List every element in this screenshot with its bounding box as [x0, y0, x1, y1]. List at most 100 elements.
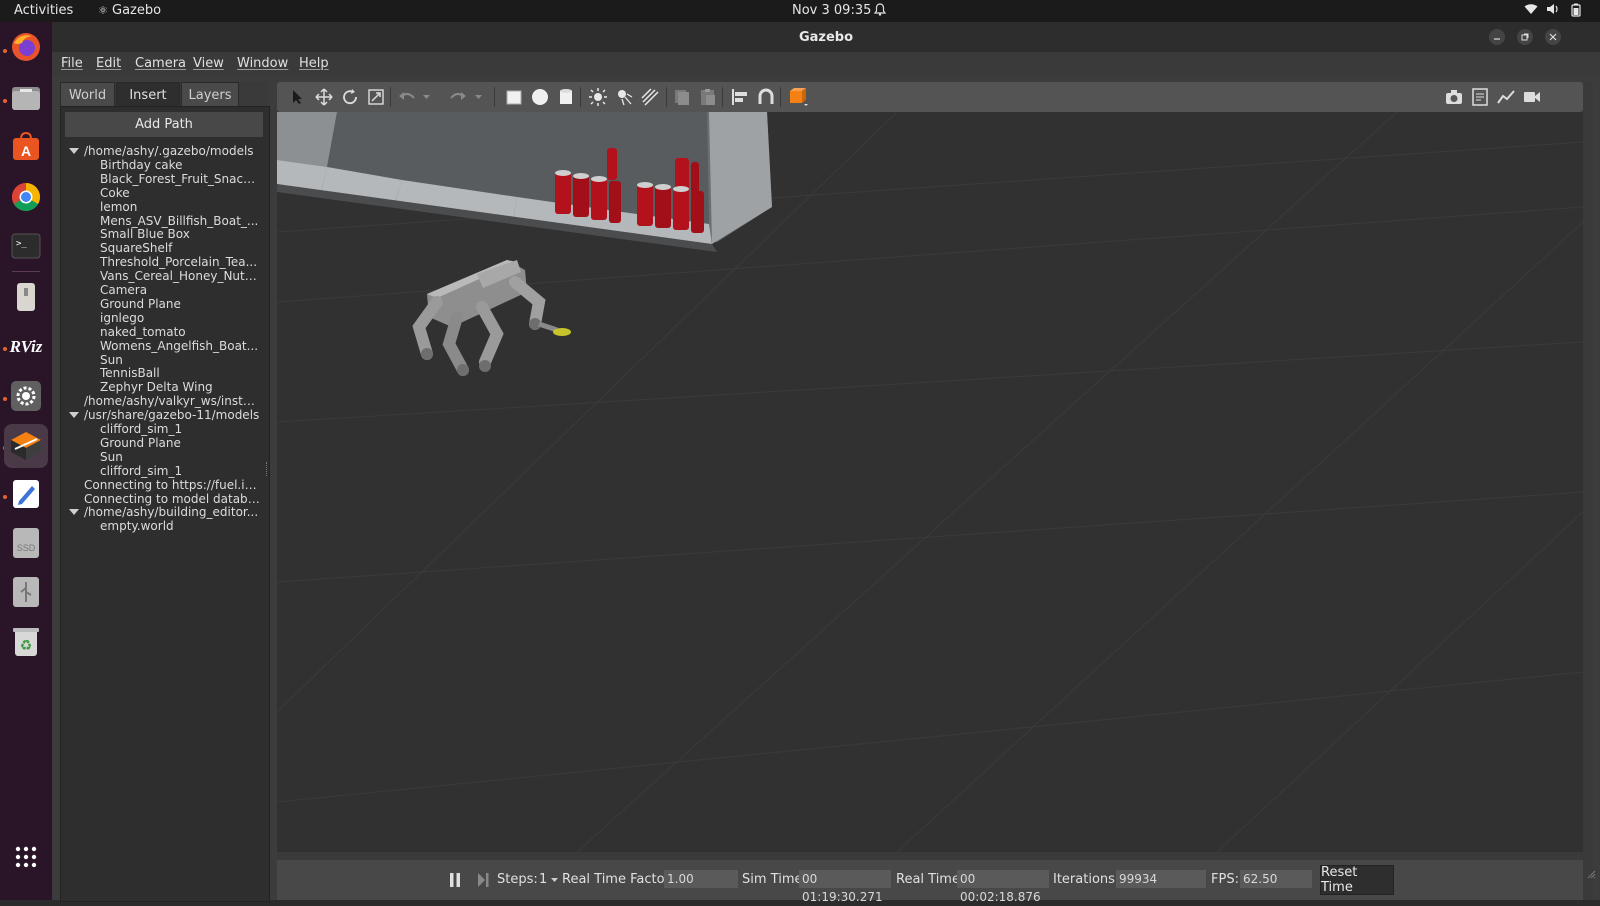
point-light-button[interactable] — [588, 87, 608, 107]
tree-model-item[interactable]: Sun — [100, 450, 261, 464]
resize-grip-icon[interactable] — [1586, 864, 1596, 883]
expand-arrow-icon[interactable] — [69, 412, 79, 419]
insert-box-button[interactable] — [504, 87, 524, 107]
usb-drive-icon[interactable] — [9, 280, 43, 314]
directional-light-button[interactable] — [640, 87, 660, 107]
tree-model-item[interactable]: Camera — [100, 283, 261, 297]
app-grid-icon[interactable] — [9, 840, 43, 874]
tree-model-item[interactable]: empty.world — [100, 519, 261, 533]
title-bar[interactable]: Gazebo — [52, 22, 1600, 52]
tree-model-item[interactable]: Black_Forest_Fruit_Snack... — [100, 172, 261, 186]
tree-model-item[interactable]: ignlego — [100, 311, 261, 325]
close-button[interactable] — [1545, 29, 1561, 45]
undo-button[interactable] — [397, 87, 417, 107]
real-time-field[interactable]: 00 00:02:18.876 — [957, 870, 1049, 904]
firefox-icon[interactable] — [9, 30, 43, 64]
tree-folder[interactable]: /usr/share/gazebo-11/models — [84, 408, 261, 422]
tab-layers[interactable]: Layers — [181, 82, 239, 107]
tree-folder[interactable]: /home/ashy/.gazebo/models — [84, 144, 261, 158]
insert-cylinder-button[interactable] — [556, 87, 576, 107]
view-angle-button[interactable] — [788, 87, 808, 107]
menu-window[interactable]: Window — [237, 56, 288, 71]
menu-file[interactable]: File — [61, 56, 83, 71]
rviz-icon[interactable]: RViz — [9, 329, 43, 363]
minimize-button[interactable] — [1489, 29, 1505, 45]
copy-button[interactable] — [672, 87, 692, 107]
redo-history-dropdown[interactable] — [472, 87, 484, 107]
ssd-icon[interactable]: SSD — [9, 526, 43, 560]
files-icon[interactable] — [9, 80, 43, 114]
redo-button[interactable] — [448, 87, 468, 107]
tree-model-item[interactable]: Mens_ASV_Billfish_Boat_... — [100, 214, 261, 228]
real-time-factor-field[interactable]: 1.00 — [664, 870, 738, 888]
bell-icon[interactable] — [873, 3, 887, 20]
select-mode-button[interactable] — [288, 87, 308, 107]
tree-model-item[interactable]: Birthday cake — [100, 158, 261, 172]
tree-model-item[interactable]: SquareShelf — [100, 241, 261, 255]
iterations-field[interactable]: 99934 — [1116, 870, 1206, 888]
steps-spinbox[interactable]: 1 — [539, 872, 559, 887]
expand-arrow-icon[interactable] — [69, 509, 79, 516]
chrome-icon[interactable] — [9, 180, 43, 214]
record-video-button[interactable] — [1522, 87, 1542, 107]
rotate-mode-button[interactable] — [340, 87, 360, 107]
tree-model-item[interactable]: Ground Plane — [100, 436, 261, 450]
tree-model-item[interactable]: Vans_Cereal_Honey_Nut_... — [100, 269, 261, 283]
tree-model-item[interactable]: Sun — [100, 353, 261, 367]
tree-model-item[interactable]: clifford_sim_1 — [100, 464, 261, 478]
tree-folder[interactable]: /home/ashy/building_editor... — [84, 505, 261, 519]
reset-time-button[interactable]: Reset Time — [1320, 865, 1394, 895]
tree-folder[interactable]: /home/ashy/valkyr_ws/instal... — [84, 394, 261, 408]
menu-view[interactable]: View — [193, 56, 224, 71]
tree-folder[interactable]: Connecting to https://fuel.ig... — [84, 478, 261, 492]
terminal-icon[interactable]: >_ — [9, 229, 43, 263]
text-editor-icon[interactable] — [9, 477, 43, 511]
gazebo-icon[interactable] — [4, 424, 48, 468]
battery-icon[interactable] — [1570, 3, 1582, 21]
tree-model-item[interactable]: TennisBall — [100, 366, 261, 380]
paste-button[interactable] — [698, 87, 718, 107]
tree-model-item[interactable]: Zephyr Delta Wing — [100, 380, 261, 394]
splitter-handle[interactable] — [266, 462, 269, 476]
tab-world[interactable]: World — [60, 82, 115, 107]
snap-button[interactable] — [756, 87, 776, 107]
spot-light-button[interactable] — [614, 87, 634, 107]
undo-history-dropdown[interactable] — [420, 87, 432, 107]
settings-icon[interactable] — [9, 379, 43, 413]
log-data-button[interactable] — [1470, 87, 1490, 107]
align-button[interactable] — [730, 87, 750, 107]
trash-icon[interactable]: ♻ — [9, 624, 43, 658]
tree-model-item[interactable]: Womens_Angelfish_Boat... — [100, 339, 261, 353]
add-path-button[interactable]: Add Path — [65, 112, 263, 137]
tree-model-item[interactable]: lemon — [100, 200, 261, 214]
menu-edit[interactable]: Edit — [96, 56, 121, 71]
menu-camera[interactable]: Camera — [135, 56, 186, 71]
menu-help[interactable]: Help — [299, 56, 329, 71]
insert-sphere-button[interactable] — [530, 87, 550, 107]
fps-field[interactable]: 62.50 — [1240, 870, 1312, 888]
scene-3d[interactable] — [277, 112, 1583, 852]
pause-button[interactable] — [449, 872, 461, 887]
translate-mode-button[interactable] — [314, 87, 334, 107]
sim-time-field[interactable]: 00 01:19:30.271 — [799, 870, 891, 904]
tree-folder[interactable]: Connecting to model databa... — [84, 492, 261, 506]
tab-insert[interactable]: Insert — [116, 82, 180, 107]
clock[interactable]: Nov 3 09:35 — [792, 3, 871, 18]
usb-icon[interactable] — [9, 575, 43, 609]
wifi-icon[interactable] — [1524, 3, 1538, 19]
tree-model-item[interactable]: clifford_sim_1 — [100, 422, 261, 436]
step-button[interactable] — [477, 872, 489, 887]
volume-icon[interactable] — [1546, 3, 1560, 19]
tree-model-item[interactable]: Ground Plane — [100, 297, 261, 311]
expand-arrow-icon[interactable] — [69, 148, 79, 154]
scale-mode-button[interactable] — [366, 87, 386, 107]
activities-button[interactable]: Activities — [14, 3, 73, 18]
tree-model-item[interactable]: Threshold_Porcelain_Tea... — [100, 255, 261, 269]
tree-model-item[interactable]: Small Blue Box — [100, 227, 261, 241]
tree-model-item[interactable]: naked_tomato — [100, 325, 261, 339]
tree-model-item[interactable]: Coke — [100, 186, 261, 200]
screenshot-button[interactable] — [1444, 87, 1464, 107]
plot-button[interactable] — [1496, 87, 1516, 107]
software-icon[interactable]: A — [9, 130, 43, 164]
maximize-button[interactable] — [1517, 29, 1533, 45]
